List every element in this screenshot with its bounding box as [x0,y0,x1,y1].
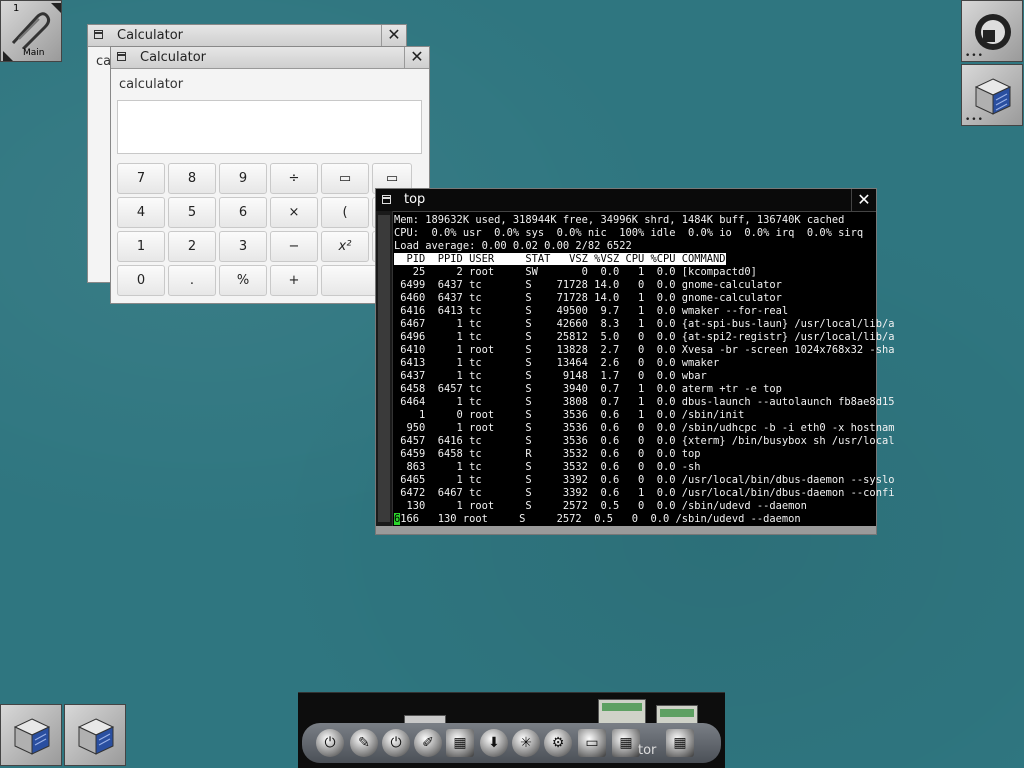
key-percent[interactable]: % [219,265,267,296]
load-line: Load average: 0.00 0.02 0.00 2/82 6522 [394,240,632,252]
mem-line: Mem: 189632K used, 318944K free, 34996K … [394,214,845,226]
wmaker-logo-icon [975,14,1011,50]
process-row: 6459 6458 tc R 3532 0.6 0 0.0 top [394,448,701,460]
launcher-hover-label: tor [638,743,657,758]
terminal-window[interactable]: top ✕ Mem: 189632K used, 318944K free, 3… [375,188,894,535]
process-row: 6416 6413 tc S 49500 9.7 1 0.0 wmaker --… [394,305,789,317]
key-0[interactable]: 0 [117,265,165,296]
workspace-name: Main [23,48,45,58]
process-row: 6457 6416 tc S 3536 0.6 0 0.0 {xterm} /b… [394,435,895,447]
paperclip-icon [11,12,51,49]
key-multiply[interactable]: × [270,197,318,228]
titlebar[interactable]: Calculator ✕ [88,25,406,47]
process-table-header: PID PPID USER STAT VSZ %VSZ CPU %CPU COM… [394,253,726,265]
process-row: 6496 1 tc S 25812 5.0 0 0.0 {at-spi2-reg… [394,331,895,343]
process-row: 863 1 tc S 3532 0.6 0 0.0 -sh [394,461,701,473]
calc-display[interactable] [117,100,422,154]
dock-tile-wmaker[interactable]: ••• [961,0,1023,62]
download-icon[interactable]: ⬇ [480,729,508,757]
clip-arrow-icon[interactable] [3,51,13,61]
settings-icon[interactable]: ⚙ [544,729,572,757]
key-1[interactable]: 1 [117,231,165,262]
terminal-icon[interactable]: ▭ [578,729,606,757]
key-decimal[interactable]: . [168,265,216,296]
dock-tile-app[interactable]: ••• [961,64,1023,126]
terminal-hscroll[interactable] [376,526,876,534]
cpu-line: CPU: 0.0% usr 0.0% sys 0.0% nic 100% idl… [394,227,864,239]
tile-dots: ••• [965,51,984,61]
close-button[interactable]: ✕ [851,189,876,211]
run-icon[interactable]: ✳ [512,729,540,757]
calculator-icon[interactable]: ▦ [666,729,694,757]
key-memory-icon[interactable]: ▭ [321,163,369,194]
process-row: 166 130 root S 2572 0.5 0 0.0 /sbin/udev… [400,513,801,525]
key-5[interactable]: 5 [168,197,216,228]
process-row: 130 1 root S 2572 0.5 0 0.0 /sbin/udevd … [394,500,807,512]
terminal-output: Mem: 189632K used, 318944K free, 34996K … [394,214,894,526]
key-plus[interactable]: + [270,265,318,296]
window-title: Calculator [140,50,207,65]
cube-icon [77,718,115,755]
minimized-tile-2[interactable] [64,704,126,766]
power-icon[interactable]: ⏻ [316,729,344,757]
process-row: 6460 6437 tc S 71728 14.0 1 0.0 gnome-ca… [394,292,782,304]
key-3[interactable]: 3 [219,231,267,262]
pen-icon[interactable]: ✎ [350,729,378,757]
process-row: 1 0 root S 3536 0.6 1 0.0 /sbin/init [394,409,745,421]
close-button[interactable]: ✕ [404,47,429,68]
launcher-bar: ⏻ ✎ ⏻ ✐ ▦ ⬇ ✳ ⚙ ▭ ▦ tor ▦ [298,692,725,768]
window-menu-icon[interactable] [117,52,126,61]
tile-dots: ••• [965,115,984,125]
key-7[interactable]: 7 [117,163,165,194]
window-menu-icon[interactable] [382,195,391,204]
window-menu-icon[interactable] [94,30,103,39]
key-square[interactable]: x² [321,231,369,262]
process-row: 6437 1 tc S 9148 1.7 0 0.0 wbar [394,370,707,382]
process-row: 6464 1 tc S 3808 0.7 1 0.0 dbus-launch -… [394,396,895,408]
process-row: 6465 1 tc S 3392 0.6 0 0.0 /usr/local/bi… [394,474,895,486]
window-title: top [404,192,426,207]
close-button[interactable]: ✕ [381,25,406,46]
brush-icon[interactable]: ✐ [414,729,442,757]
clip-arrow-icon[interactable] [51,3,61,13]
titlebar[interactable]: Calculator ✕ [111,47,429,69]
process-row: 6472 6467 tc S 3392 0.6 1 0.0 /usr/local… [394,487,895,499]
process-row: 6499 6437 tc S 71728 14.0 0 0.0 gnome-ca… [394,279,782,291]
process-row: 6410 1 root S 13828 2.7 0 0.0 Xvesa -br … [394,344,895,356]
key-8[interactable]: 8 [168,163,216,194]
terminal-scrollbar[interactable] [376,211,393,526]
key-2[interactable]: 2 [168,231,216,262]
calc-mode-label: calculator [119,77,184,92]
calculator-icon[interactable]: ▦ [612,729,640,757]
key-open-paren[interactable]: ( [321,197,369,228]
key-6[interactable]: 6 [219,197,267,228]
process-row: 950 1 root S 3536 0.6 0 0.0 /sbin/udhcpc… [394,422,895,434]
key-9[interactable]: 9 [219,163,267,194]
process-row: 25 2 root SW 0 0.0 1 0.0 [kcompactd0] [394,266,757,278]
power-icon[interactable]: ⏻ [382,729,410,757]
calculator-icon[interactable]: ▦ [446,729,474,757]
minimized-tile-1[interactable] [0,704,62,766]
key-minus[interactable]: − [270,231,318,262]
calc-label-partial: ca [96,54,112,69]
key-4[interactable]: 4 [117,197,165,228]
cube-icon [13,718,51,755]
window-title: Calculator [117,28,184,43]
workspace-clip[interactable]: 1 Main [0,0,62,62]
cube-icon [974,78,1012,115]
process-row: 6467 1 tc S 42660 8.3 1 0.0 {at-spi-bus-… [394,318,895,330]
titlebar[interactable]: top ✕ [376,189,876,212]
process-row: 6413 1 tc S 13464 2.6 0 0.0 wmaker [394,357,720,369]
process-row: 6458 6457 tc S 3940 0.7 1 0.0 aterm +tr … [394,383,782,395]
key-divide[interactable]: ÷ [270,163,318,194]
